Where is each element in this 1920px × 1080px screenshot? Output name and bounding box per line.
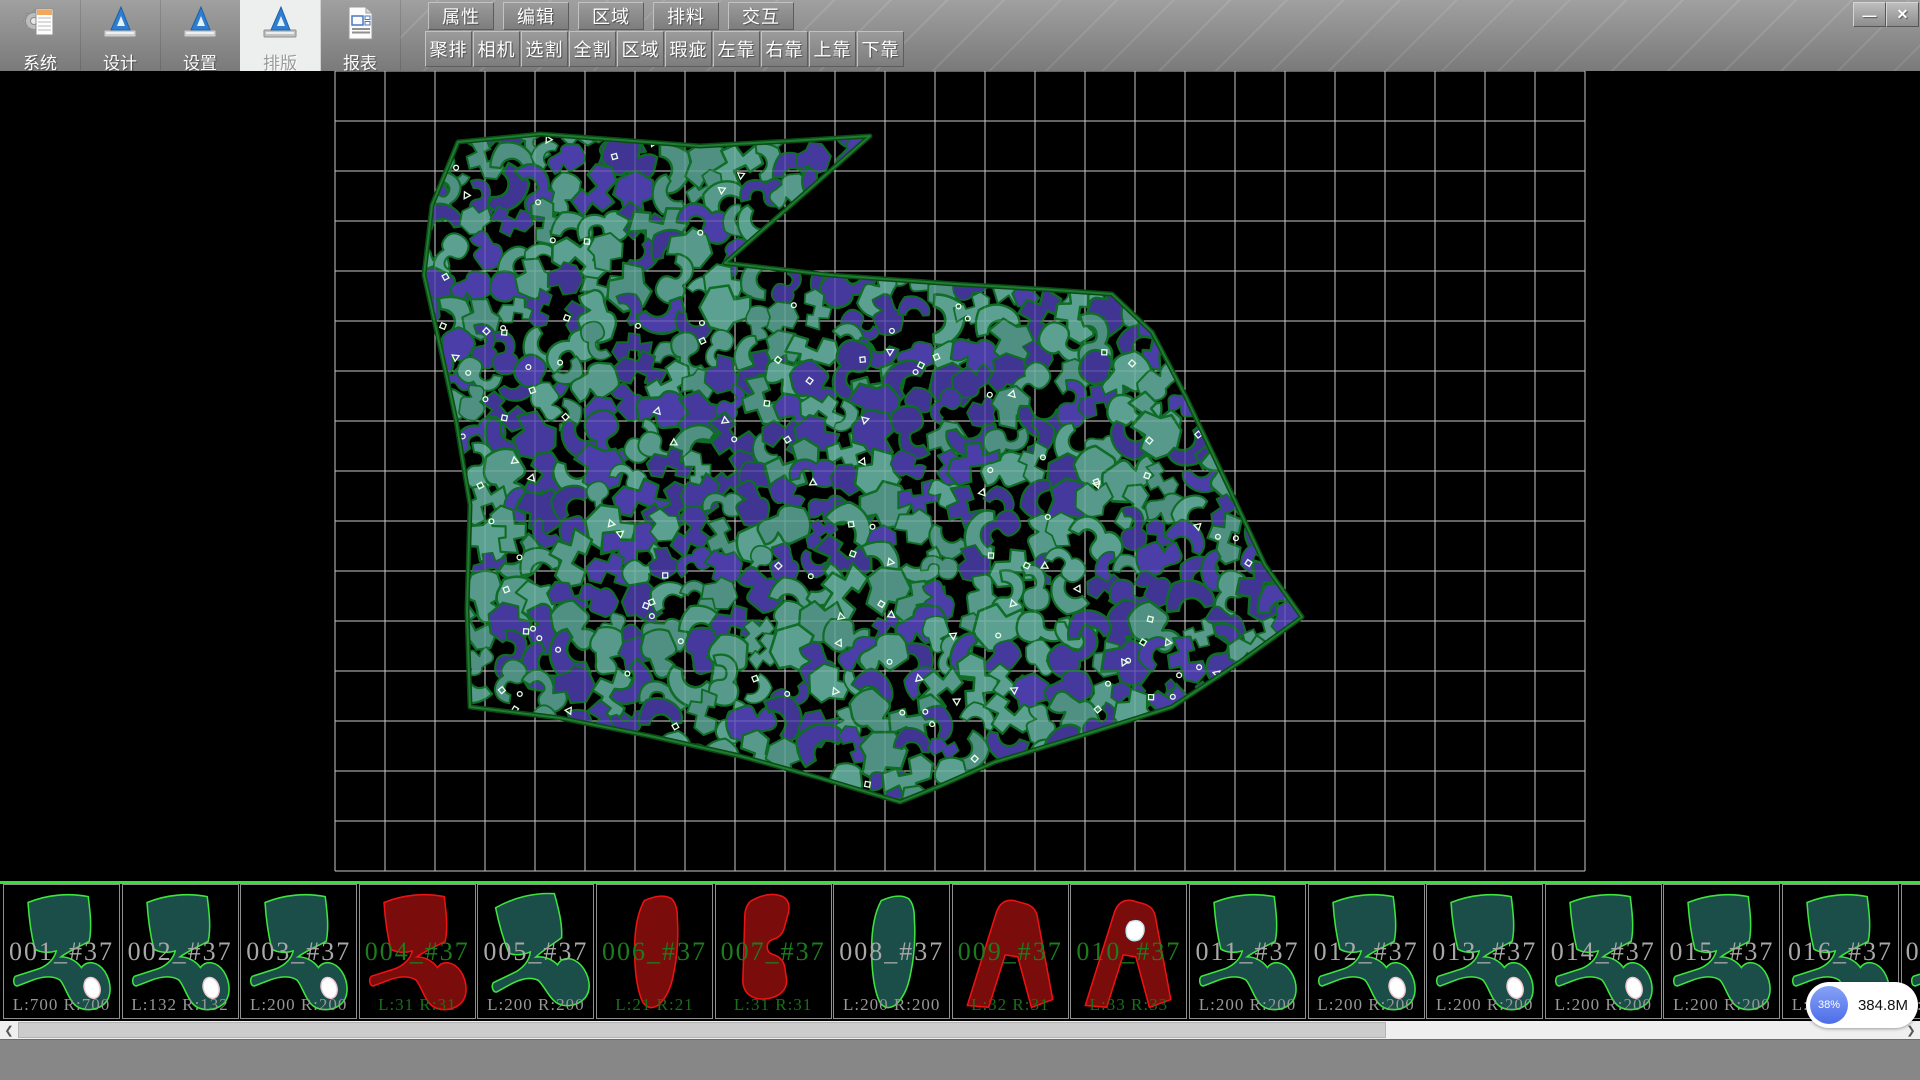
horizontal-scrollbar[interactable]: ❮ ❯ bbox=[0, 1021, 1920, 1039]
thumbnail-cell[interactable]: 001_#37 L:700 R:700 bbox=[3, 884, 120, 1019]
thumbnail-cell[interactable]: 007_#37 L:31 R:31 bbox=[715, 884, 832, 1019]
close-icon: ✕ bbox=[1897, 6, 1909, 23]
application-window: 系统 设计 设置 bbox=[0, 0, 1920, 1080]
memory-usage-badge[interactable]: 38% 384.8M bbox=[1806, 982, 1918, 1028]
thumbnail-lr-count: L:200 R:200 bbox=[478, 995, 593, 1015]
thumbnail-cell[interactable]: 015_#37 L:200 R:200 bbox=[1663, 884, 1780, 1019]
thumbnail-cell[interactable]: 002_#37 L:132 R:132 bbox=[122, 884, 239, 1019]
thumbnail-id: 004_#37 bbox=[360, 937, 475, 967]
thumbnail-lr-count: L:200 R:200 bbox=[1546, 995, 1661, 1015]
tab-settings[interactable]: 设置 bbox=[160, 0, 241, 71]
thumbnail-id: 016_#37 bbox=[1783, 937, 1898, 967]
tool-button-9[interactable]: 下靠 bbox=[857, 31, 904, 67]
thumbnail-id: 0 bbox=[1902, 937, 1920, 967]
thumbnail-id: 010_#37 bbox=[1071, 937, 1186, 967]
menu-item-3[interactable]: 排料 bbox=[653, 2, 719, 30]
thumbnail-id: 014_#37 bbox=[1546, 937, 1661, 967]
thumbnail-id: 003_#37 bbox=[241, 937, 356, 967]
thumbnail-id: 013_#37 bbox=[1427, 937, 1542, 967]
thumbnail-id: 012_#37 bbox=[1309, 937, 1424, 967]
thumbnail-lr-count: L:200 R:200 bbox=[1427, 995, 1542, 1015]
triangle-ruler-icon bbox=[260, 0, 300, 48]
menu-item-0[interactable]: 属性 bbox=[428, 2, 494, 30]
tool-button-2[interactable]: 选割 bbox=[521, 31, 568, 67]
thumbnail-cell[interactable]: 003_#37 L:200 R:200 bbox=[240, 884, 357, 1019]
thumbnail-lr-count: L:200 R:200 bbox=[1190, 995, 1305, 1015]
minimize-icon: — bbox=[1863, 7, 1877, 23]
main-toolbar: 系统 设计 设置 bbox=[0, 0, 1920, 72]
chevron-right-icon: ❯ bbox=[1906, 1024, 1915, 1037]
thumbnail-cell[interactable]: 008_#37 L:200 R:200 bbox=[833, 884, 950, 1019]
thumbnail-cell[interactable]: 005_#37 L:200 R:200 bbox=[477, 884, 594, 1019]
tool-button-3[interactable]: 全割 bbox=[569, 31, 616, 67]
status-bar bbox=[0, 1039, 1920, 1080]
thumbnail-lr-count: L:132 R:132 bbox=[123, 995, 238, 1015]
scroll-left-arrow[interactable]: ❮ bbox=[0, 1021, 18, 1039]
thumbnail-cell[interactable]: 006_#37 L:21 R:21 bbox=[596, 884, 713, 1019]
tab-system[interactable]: 系统 bbox=[0, 0, 81, 71]
thumbnail-id: 015_#37 bbox=[1664, 937, 1779, 967]
thumbnail-cell[interactable]: 004_#37 L:31 R:31 bbox=[359, 884, 476, 1019]
thumbnail-cell[interactable]: 010_#37 L:33 R:33 bbox=[1070, 884, 1187, 1019]
thumbnail-id: 008_#37 bbox=[834, 937, 949, 967]
thumbnail-lr-count: L:21 R:21 bbox=[597, 995, 712, 1015]
system-gear-icon bbox=[20, 0, 60, 48]
minimize-button[interactable]: — bbox=[1853, 2, 1886, 27]
menu-item-1[interactable]: 编辑 bbox=[503, 2, 569, 30]
piece-thumbnail-strip: 001_#37L:700 R:700002_#37L:132 R:132003_… bbox=[0, 884, 1920, 1021]
thumbnail-id: 006_#37 bbox=[597, 937, 712, 967]
tool-button-7[interactable]: 右靠 bbox=[761, 31, 808, 67]
thumbnail-lr-count: L:33 R:33 bbox=[1071, 995, 1186, 1015]
thumbnail-lr-count: L:200 R:200 bbox=[834, 995, 949, 1015]
triangle-ruler-icon bbox=[180, 0, 220, 48]
thumbnail-lr-count: L:31 R:31 bbox=[360, 995, 475, 1015]
tool-button-8[interactable]: 上靠 bbox=[809, 31, 856, 67]
tab-report[interactable]: 报表 bbox=[320, 0, 401, 71]
tool-button-6[interactable]: 左靠 bbox=[713, 31, 760, 67]
close-button[interactable]: ✕ bbox=[1886, 2, 1919, 27]
menu-item-2[interactable]: 区域 bbox=[578, 2, 644, 30]
thumbnail-id: 009_#37 bbox=[953, 937, 1068, 967]
thumbnail-lr-count: L:31 R:31 bbox=[716, 995, 831, 1015]
thumbnail-lr-count: L:200 R:200 bbox=[241, 995, 356, 1015]
thumbnail-id: 011_#37 bbox=[1190, 937, 1305, 967]
scrollbar-thumb[interactable] bbox=[18, 1022, 1386, 1038]
memory-percent-value: 38% bbox=[1818, 999, 1840, 1011]
thumbnail-cell[interactable]: 012_#37 L:200 R:200 bbox=[1308, 884, 1425, 1019]
triangle-ruler-icon bbox=[100, 0, 140, 48]
thumbnail-id: 007_#37 bbox=[716, 937, 831, 967]
tool-button-5[interactable]: 瑕疵 bbox=[665, 31, 712, 67]
memory-size-value: 384.8M bbox=[1848, 997, 1918, 1014]
tool-button-4[interactable]: 区域 bbox=[617, 31, 664, 67]
thumbnail-lr-count: L:200 R:200 bbox=[1309, 995, 1424, 1015]
nesting-canvas[interactable] bbox=[0, 71, 1920, 881]
thumbnail-lr-count: L:200 R:200 bbox=[1664, 995, 1779, 1015]
thumbnail-cell[interactable]: 009_#37 L:32 R:31 bbox=[952, 884, 1069, 1019]
tab-layout[interactable]: 排版 bbox=[240, 0, 321, 71]
menu-item-4[interactable]: 交互 bbox=[728, 2, 794, 30]
thumbnail-lr-count: L:700 R:700 bbox=[4, 995, 119, 1015]
tool-button-0[interactable]: 聚排 bbox=[425, 31, 472, 67]
thumbnail-cell[interactable]: 014_#37 L:200 R:200 bbox=[1545, 884, 1662, 1019]
thumbnail-cell[interactable]: 011_#37 L:200 R:200 bbox=[1189, 884, 1306, 1019]
tool-button-1[interactable]: 相机 bbox=[473, 31, 520, 67]
tab-design[interactable]: 设计 bbox=[80, 0, 161, 71]
thumbnail-id: 001_#37 bbox=[4, 937, 119, 967]
thumbnail-lr-count: L:32 R:31 bbox=[953, 995, 1068, 1015]
thumbnail-id: 005_#37 bbox=[478, 937, 593, 967]
report-document-icon bbox=[340, 0, 380, 48]
thumbnail-cell[interactable]: 013_#37 L:200 R:200 bbox=[1426, 884, 1543, 1019]
chevron-left-icon: ❮ bbox=[4, 1024, 13, 1037]
thumbnail-id: 002_#37 bbox=[123, 937, 238, 967]
memory-percent-circle: 38% bbox=[1810, 986, 1848, 1024]
